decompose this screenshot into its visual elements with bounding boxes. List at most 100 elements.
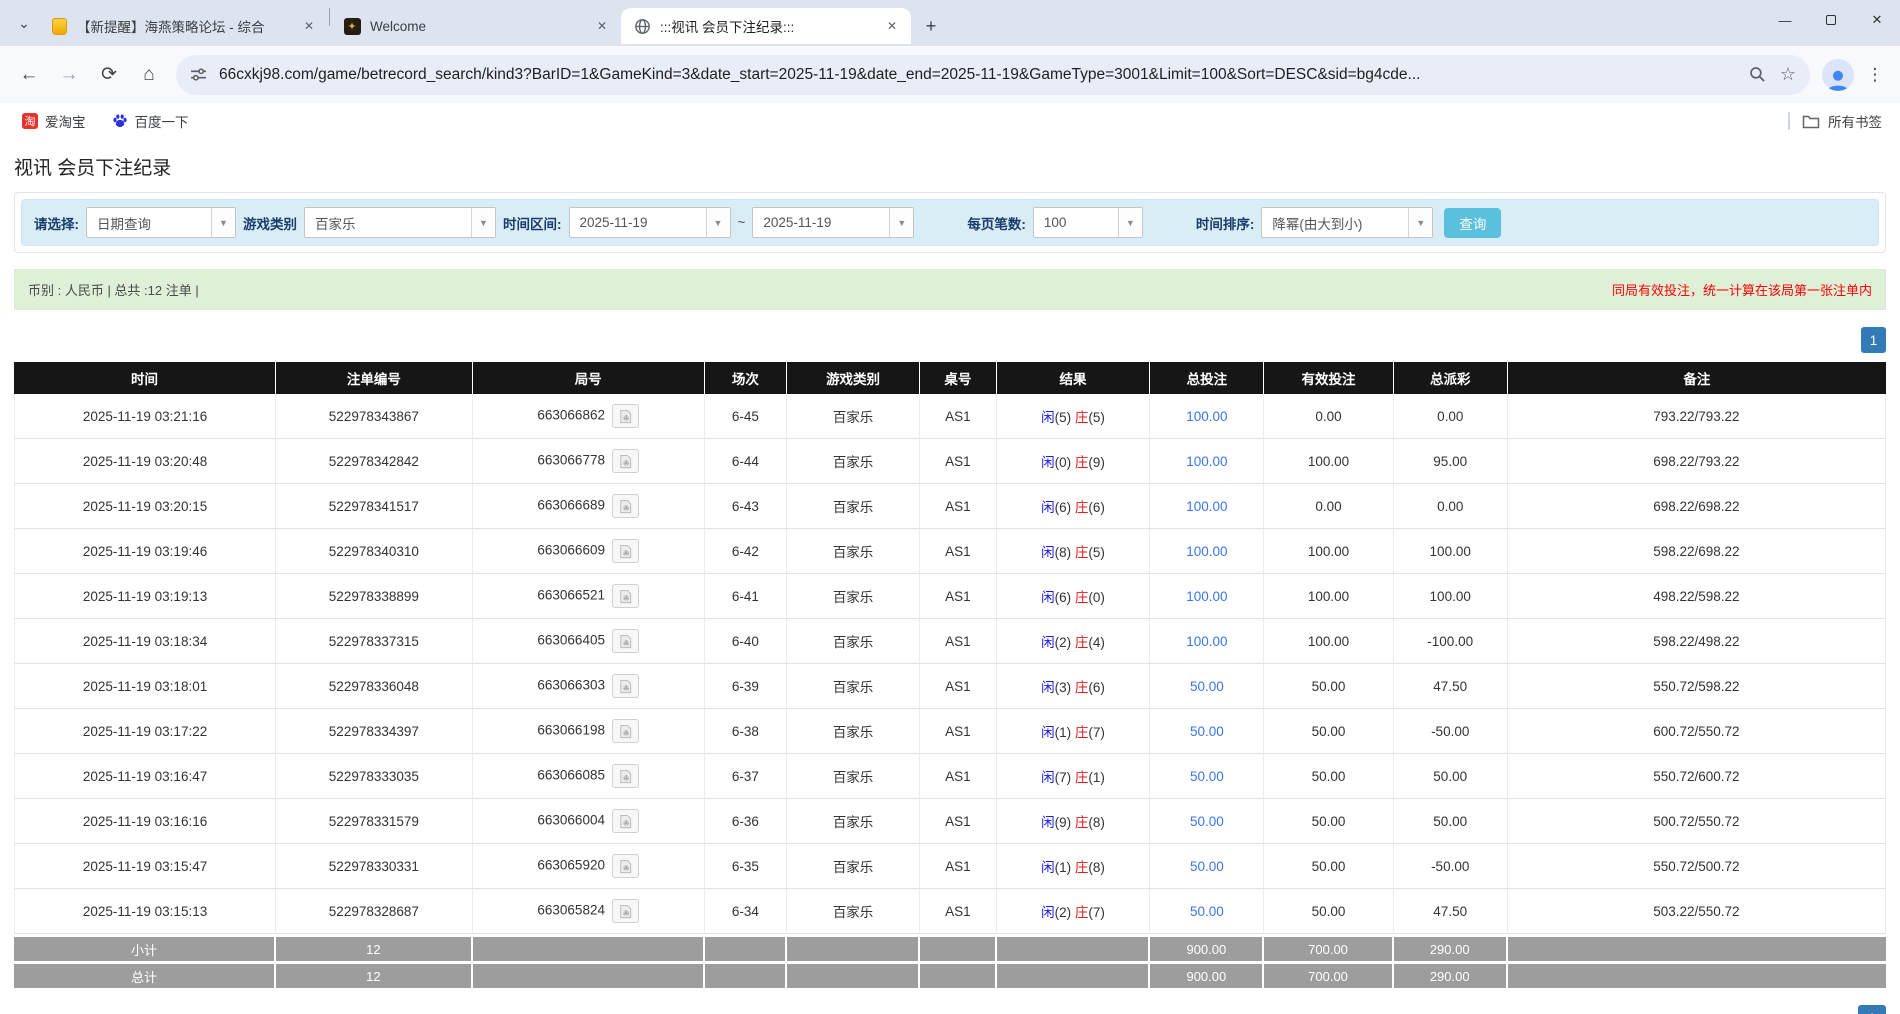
page-1-button[interactable]: 1 bbox=[1861, 327, 1886, 353]
total-bet-link[interactable]: 50.00 bbox=[1190, 859, 1224, 874]
game-category-select[interactable]: 百家乐▼ bbox=[304, 207, 496, 238]
tab-divider bbox=[329, 8, 330, 26]
table-header-row: 时间注单编号局号场次游戏类别桌号结果总投注有效投注总派彩备注 bbox=[14, 362, 1886, 394]
cell-total-bet: 50.00 bbox=[1150, 664, 1264, 709]
date-start-select[interactable]: 2025-11-19▼ bbox=[569, 207, 731, 238]
cell-remark: 503.22/550.72 bbox=[1508, 889, 1886, 934]
video-record-button[interactable] bbox=[612, 809, 639, 833]
tab-search-chevron-icon[interactable]: ⌄ bbox=[10, 9, 38, 37]
search-button[interactable]: 查询 bbox=[1444, 208, 1501, 238]
close-window-button[interactable]: ✕ bbox=[1854, 0, 1900, 40]
cell-table-id: AS1 bbox=[920, 394, 997, 439]
total-bet-link[interactable]: 100.00 bbox=[1186, 499, 1227, 514]
total-bet-link[interactable]: 100.00 bbox=[1186, 454, 1227, 469]
browser-tab-2[interactable]: ✦Welcome✕ bbox=[331, 8, 621, 44]
video-record-button[interactable] bbox=[612, 404, 639, 428]
result-player: 闲 bbox=[1041, 500, 1055, 515]
close-tab-icon[interactable]: ✕ bbox=[300, 17, 318, 35]
total-bet-link[interactable]: 100.00 bbox=[1186, 634, 1227, 649]
result-banker: 庄 bbox=[1075, 545, 1089, 560]
address-bar[interactable]: 66cxkj98.com/game/betrecord_search/kind3… bbox=[176, 55, 1810, 95]
result-player: 闲 bbox=[1041, 590, 1055, 605]
cell-remark: 550.72/500.72 bbox=[1508, 844, 1886, 889]
cell-time: 2025-11-19 03:18:34 bbox=[14, 619, 276, 664]
video-record-button[interactable] bbox=[612, 494, 639, 518]
total-bet-link[interactable]: 50.00 bbox=[1190, 814, 1224, 829]
close-tab-icon[interactable]: ✕ bbox=[593, 17, 611, 35]
taobao-icon: 淘 bbox=[22, 113, 38, 129]
result-banker: 庄 bbox=[1075, 680, 1089, 695]
result-banker: 庄 bbox=[1075, 725, 1089, 740]
cell-remark: 498.22/598.22 bbox=[1508, 574, 1886, 619]
new-tab-button[interactable]: + bbox=[917, 12, 945, 40]
forward-button[interactable]: → bbox=[50, 56, 88, 94]
table-row: 2025-11-19 03:15:13522978328687663065824… bbox=[14, 889, 1886, 934]
zoom-icon[interactable] bbox=[1749, 66, 1766, 83]
maximize-button[interactable] bbox=[1808, 0, 1854, 40]
footer-total-bet: 900.00 bbox=[1150, 961, 1264, 988]
bookmark-item-1[interactable]: 淘爱淘宝 bbox=[14, 107, 94, 135]
cell-result: 闲(6) 庄(0) bbox=[997, 574, 1151, 619]
table-footer-row: 总计12900.00700.00290.00 bbox=[14, 961, 1886, 988]
total-bet-link[interactable]: 100.00 bbox=[1186, 409, 1227, 424]
sort-order-select[interactable]: 降幂(由大到小)▼ bbox=[1261, 207, 1433, 238]
page-content: 视讯 会员下注纪录 请选择: 日期查询▼ 游戏类别 百家乐▼ 时间区间: 202… bbox=[0, 139, 1900, 1014]
bookmark-star-icon[interactable]: ☆ bbox=[1780, 64, 1796, 85]
total-bet-link[interactable]: 100.00 bbox=[1186, 544, 1227, 559]
browser-tab-3[interactable]: :::视讯 会员下注纪录:::✕ bbox=[621, 8, 911, 44]
cell-round: 663066689 bbox=[473, 484, 705, 529]
cell-session: 6-35 bbox=[705, 844, 787, 889]
site-settings-icon[interactable] bbox=[190, 66, 207, 83]
date-end-select[interactable]: 2025-11-19▼ bbox=[752, 207, 914, 238]
result-banker: 庄 bbox=[1075, 500, 1089, 515]
video-record-button[interactable] bbox=[612, 674, 639, 698]
total-bet-link[interactable]: 50.00 bbox=[1190, 904, 1224, 919]
bookmarks-container: 淘爱淘宝百度一下 bbox=[14, 107, 197, 135]
page-1-button-bottom[interactable]: 1 bbox=[1858, 1005, 1886, 1014]
video-record-button[interactable] bbox=[612, 449, 639, 473]
column-header: 桌号 bbox=[920, 362, 997, 394]
minimize-button[interactable]: — bbox=[1762, 0, 1808, 40]
cell-time: 2025-11-19 03:16:16 bbox=[14, 799, 276, 844]
cell-valid-bet: 50.00 bbox=[1264, 664, 1393, 709]
cell-game-type: 百家乐 bbox=[787, 799, 920, 844]
table-row: 2025-11-19 03:16:47522978333035663066085… bbox=[14, 754, 1886, 799]
browser-menu-icon[interactable]: ⋮ bbox=[1860, 56, 1890, 94]
bookmark-item-2[interactable]: 百度一下 bbox=[104, 107, 197, 135]
browser-tab-1[interactable]: 【新提醒】海燕策略论坛 - 综合✕ bbox=[38, 8, 328, 44]
video-record-button[interactable] bbox=[612, 764, 639, 788]
total-bet-link[interactable]: 100.00 bbox=[1186, 589, 1227, 604]
close-tab-icon[interactable]: ✕ bbox=[883, 17, 901, 35]
cell-payout: 50.00 bbox=[1394, 754, 1508, 799]
total-bet-link[interactable]: 50.00 bbox=[1190, 769, 1224, 784]
page-size-select[interactable]: 100▼ bbox=[1033, 207, 1143, 238]
cell-game-type: 百家乐 bbox=[787, 709, 920, 754]
url-text[interactable]: 66cxkj98.com/game/betrecord_search/kind3… bbox=[219, 66, 1739, 84]
result-banker: 庄 bbox=[1075, 770, 1089, 785]
cell-session: 6-44 bbox=[705, 439, 787, 484]
cell-total-bet: 50.00 bbox=[1150, 889, 1264, 934]
table-row: 2025-11-19 03:20:15522978341517663066689… bbox=[14, 484, 1886, 529]
video-record-button[interactable] bbox=[612, 584, 639, 608]
film-file-icon bbox=[618, 859, 633, 874]
table-row: 2025-11-19 03:18:01522978336048663066303… bbox=[14, 664, 1886, 709]
video-record-button[interactable] bbox=[612, 719, 639, 743]
cell-time: 2025-11-19 03:21:16 bbox=[14, 394, 276, 439]
total-bet-link[interactable]: 50.00 bbox=[1190, 679, 1224, 694]
cell-time: 2025-11-19 03:17:22 bbox=[14, 709, 276, 754]
video-record-button[interactable] bbox=[612, 629, 639, 653]
footer-empty bbox=[997, 934, 1151, 961]
video-record-button[interactable] bbox=[612, 899, 639, 923]
back-button[interactable]: ← bbox=[10, 56, 48, 94]
profile-avatar[interactable] bbox=[1822, 59, 1854, 91]
video-record-button[interactable] bbox=[612, 539, 639, 563]
cell-result: 闲(5) 庄(5) bbox=[997, 394, 1151, 439]
all-bookmarks-button[interactable]: 所有书签 bbox=[1802, 111, 1886, 131]
reload-button[interactable]: ⟳ bbox=[90, 56, 128, 94]
query-type-label: 请选择: bbox=[34, 213, 79, 233]
home-button[interactable]: ⌂ bbox=[130, 56, 168, 94]
cell-valid-bet: 50.00 bbox=[1264, 709, 1393, 754]
query-type-select[interactable]: 日期查询▼ bbox=[86, 207, 236, 238]
video-record-button[interactable] bbox=[612, 854, 639, 878]
total-bet-link[interactable]: 50.00 bbox=[1190, 724, 1224, 739]
